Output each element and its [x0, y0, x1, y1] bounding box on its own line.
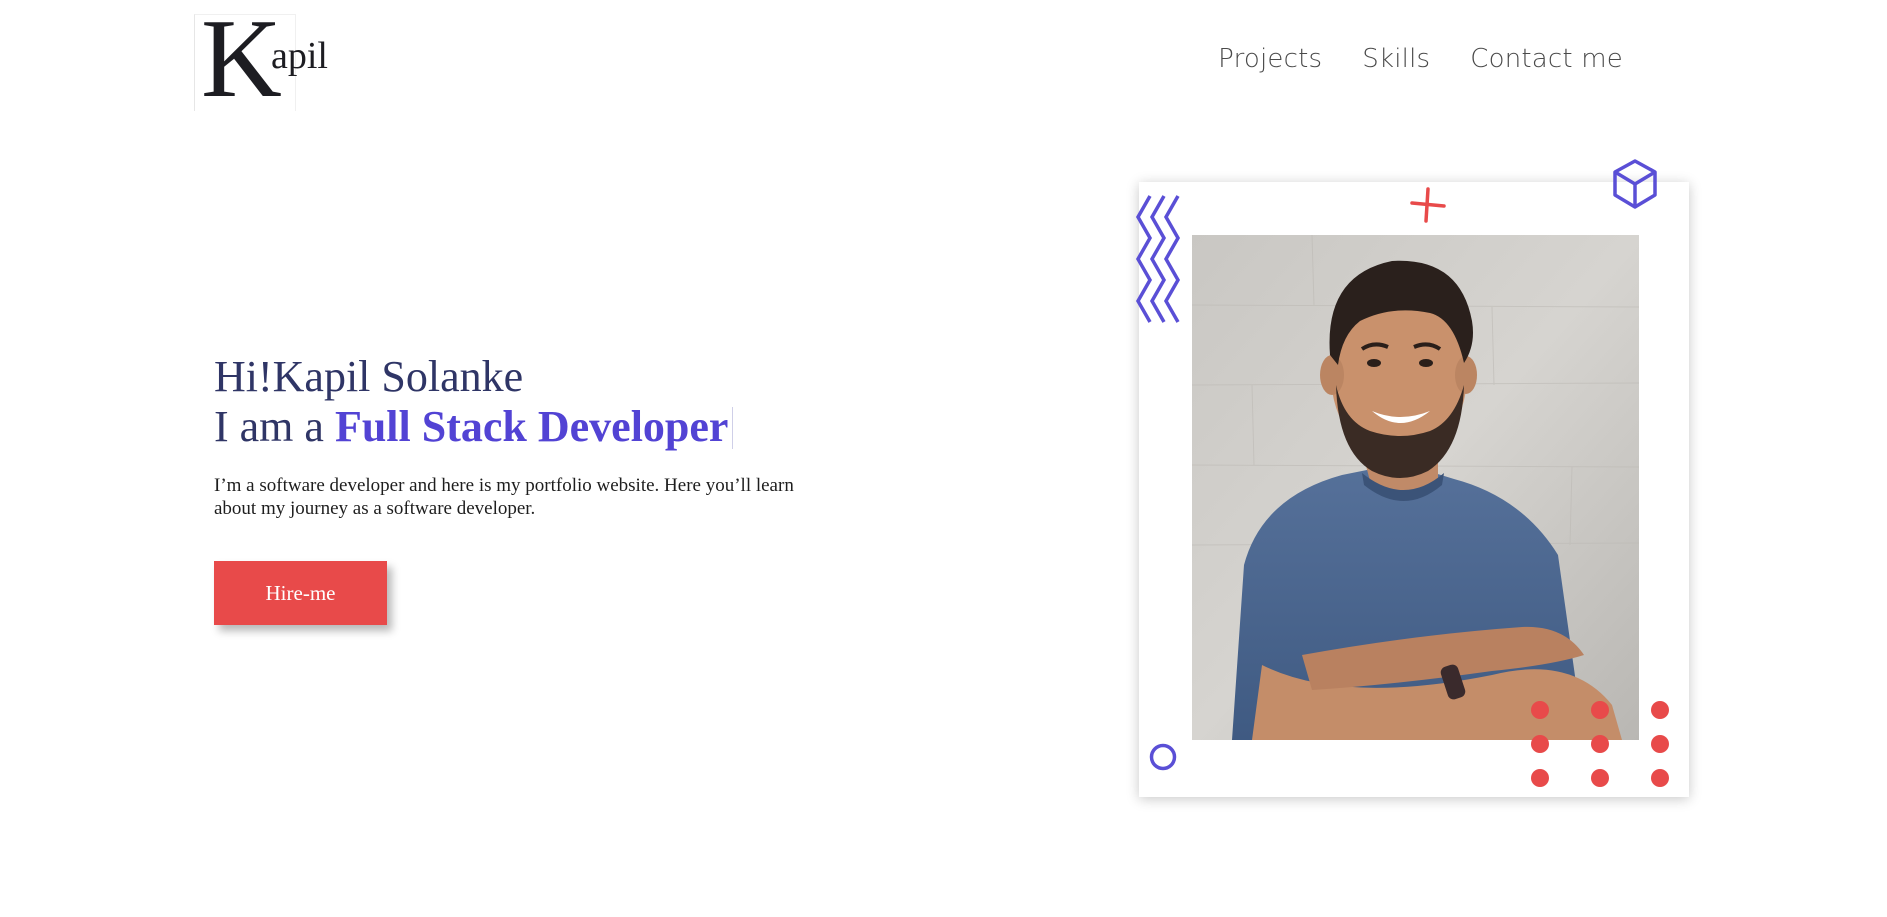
- hire-me-button[interactable]: Hire-me: [214, 561, 387, 625]
- nav-skills-link[interactable]: Skills: [1362, 44, 1430, 74]
- typing-caret: [732, 407, 734, 449]
- hero-description: I’m a software developer and here is my …: [214, 475, 794, 519]
- nav-contact-link[interactable]: Contact me: [1470, 44, 1623, 74]
- hero-greeting: Hi!Kapil Solanke: [214, 352, 524, 401]
- profile-photo: [1192, 235, 1639, 740]
- logo[interactable]: K apil: [194, 3, 328, 115]
- main-nav: Projects Skills Contact me: [1218, 44, 1623, 74]
- ring-icon: [1149, 743, 1177, 771]
- hero-role: Full Stack Developer: [334, 402, 729, 451]
- logo-text: apil: [271, 35, 328, 77]
- zigzag-icon: [1135, 195, 1181, 323]
- hero-heading: Hi!Kapil Solanke I am a Full Stack Devel…: [214, 352, 814, 452]
- hero-section: Hi!Kapil Solanke I am a Full Stack Devel…: [214, 352, 814, 520]
- dot-grid-icon: [1531, 701, 1669, 787]
- hero-role-prefix: I am a: [214, 402, 335, 451]
- cube-icon: [1613, 159, 1657, 209]
- logo-letter: K: [201, 0, 282, 121]
- plus-icon: [1410, 187, 1446, 223]
- nav-projects-link[interactable]: Projects: [1218, 44, 1322, 74]
